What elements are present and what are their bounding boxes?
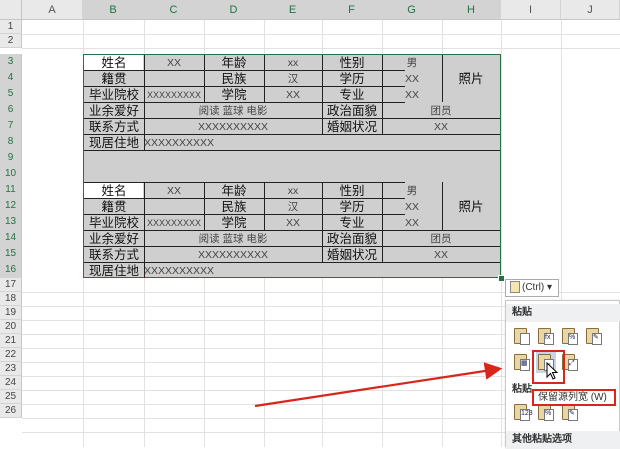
annotation-arrow <box>254 362 503 408</box>
